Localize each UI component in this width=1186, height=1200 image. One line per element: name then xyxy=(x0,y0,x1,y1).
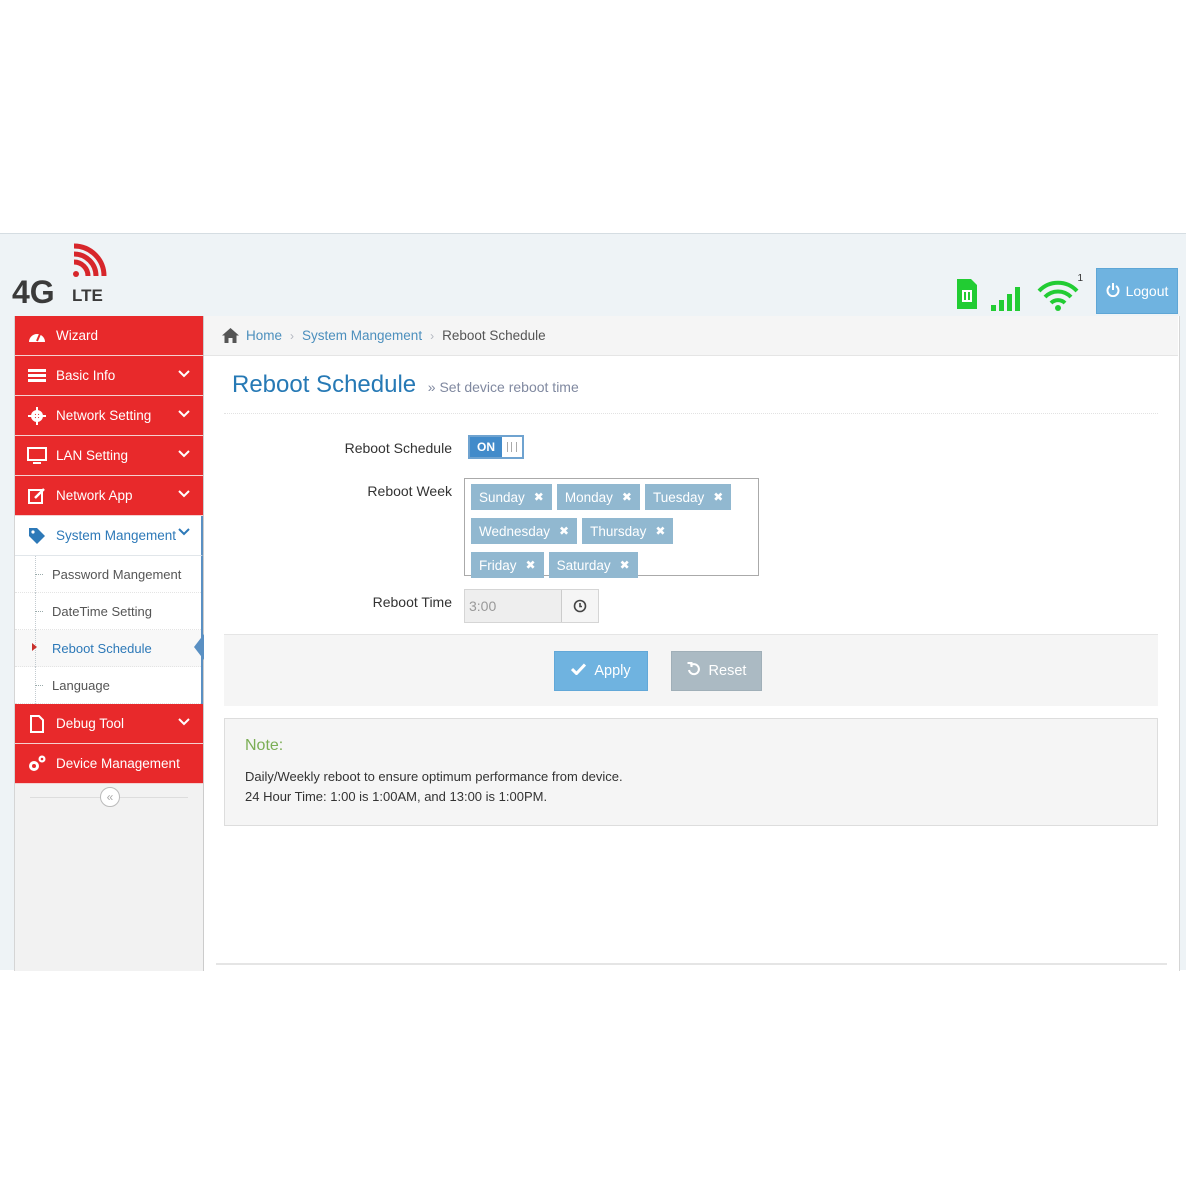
remove-tag-icon[interactable]: ✖ xyxy=(559,524,569,538)
undo-icon xyxy=(687,662,701,680)
footer-divider xyxy=(216,963,1167,965)
reboot-time-value: 3:00 xyxy=(469,598,497,614)
logout-label: Logout xyxy=(1125,283,1169,299)
status-icons: 1 xyxy=(955,273,1083,314)
nav-network-app[interactable]: Network App xyxy=(15,476,203,516)
breadcrumb-system-mangement[interactable]: System Mangement xyxy=(302,328,422,343)
day-tag-monday[interactable]: Monday ✖ xyxy=(556,484,640,510)
page-subtitle: » Set device reboot time xyxy=(427,379,579,395)
toggle-grip-icon xyxy=(507,442,517,452)
sim-card-icon xyxy=(955,277,979,314)
remove-tag-icon[interactable]: ✖ xyxy=(622,490,632,504)
gear-icon xyxy=(27,406,47,426)
remove-tag-icon[interactable]: ✖ xyxy=(534,490,544,504)
reboot-schedule-toggle[interactable]: ON xyxy=(468,435,524,459)
nav-network-setting[interactable]: Network Setting xyxy=(15,396,203,436)
note-box: Note: Daily/Weekly reboot to ensure opti… xyxy=(224,718,1158,826)
breadcrumb-current: Reboot Schedule xyxy=(442,328,546,343)
breadcrumb: Home › System Mangement › Reboot Schedul… xyxy=(204,316,1178,356)
form-actions: Apply Reset xyxy=(224,634,1158,706)
note-title: Note: xyxy=(245,737,284,754)
chevron-down-icon xyxy=(177,487,191,501)
4g-lte-logo: 4G LTE xyxy=(12,240,122,310)
nav-lan-setting[interactable]: LAN Setting xyxy=(15,436,203,476)
svg-text:4G: 4G xyxy=(12,274,55,310)
file-icon xyxy=(27,714,47,734)
reboot-time-label: Reboot Time xyxy=(372,594,452,610)
home-icon xyxy=(222,328,239,343)
day-tag-tuesday[interactable]: Tuesday ✖ xyxy=(644,484,732,510)
day-tag-sunday[interactable]: Sunday ✖ xyxy=(471,484,552,510)
power-icon xyxy=(1106,282,1120,300)
page-title: Reboot Schedule xyxy=(232,371,417,398)
page-header: Reboot Schedule » Set device reboot time xyxy=(224,371,1158,414)
reboot-time-input[interactable]: 3:00 xyxy=(464,589,599,623)
breadcrumb-home[interactable]: Home xyxy=(246,328,282,343)
reboot-week-select[interactable]: Sunday ✖ Monday ✖ Tuesday ✖ Wednesday ✖ Thur… xyxy=(464,478,759,578)
check-icon xyxy=(571,663,587,679)
wifi-count-badge: 1 xyxy=(1077,273,1083,284)
day-tag-thursday[interactable]: Thursday ✖ xyxy=(582,518,674,544)
remove-tag-icon[interactable]: ✖ xyxy=(620,558,630,572)
nav-device-management[interactable]: Device Management xyxy=(15,744,203,784)
top-bar: 4G LTE 1 Logout xyxy=(0,234,1186,316)
day-tag-wednesday[interactable]: Wednesday ✖ xyxy=(471,518,578,544)
sub-item-language[interactable]: Language xyxy=(15,667,201,704)
cogs-icon xyxy=(27,754,47,774)
collapse-sidebar-icon[interactable]: « xyxy=(100,787,120,807)
nav-basic-info[interactable]: Basic Info xyxy=(15,356,203,396)
note-line-2: 24 Hour Time: 1:00 is 1:00AM, and 13:00 … xyxy=(245,789,548,804)
day-tag-friday[interactable]: Friday ✖ xyxy=(471,552,544,578)
main-content: Home › System Mangement › Reboot Schedul… xyxy=(204,316,1180,971)
apply-button[interactable]: Apply xyxy=(554,651,648,691)
desktop-icon xyxy=(27,446,47,466)
remove-tag-icon[interactable]: ✖ xyxy=(526,558,536,572)
chevron-down-icon xyxy=(177,715,191,729)
chevron-down-icon xyxy=(177,525,191,539)
sub-item-datetime-setting[interactable]: DateTime Setting xyxy=(15,593,201,630)
sub-item-reboot-schedule[interactable]: Reboot Schedule xyxy=(15,630,204,667)
remove-tag-icon[interactable]: ✖ xyxy=(655,524,665,538)
nav-system-mangement[interactable]: System Mangement xyxy=(15,516,203,556)
day-tag-saturday[interactable]: Saturday ✖ xyxy=(548,552,638,578)
remove-tag-icon[interactable]: ✖ xyxy=(713,490,723,504)
selected-indicator xyxy=(194,634,204,660)
reboot-schedule-label: Reboot Schedule xyxy=(344,440,452,456)
dashboard-icon xyxy=(27,326,47,346)
edit-icon xyxy=(27,486,47,506)
nav-debug-tool[interactable]: Debug Tool xyxy=(15,704,203,744)
clock-icon[interactable] xyxy=(561,590,598,622)
system-submenu: Password Mangement DateTime Setting Rebo… xyxy=(15,556,204,704)
logout-button[interactable]: Logout xyxy=(1096,268,1178,314)
router-admin-app: 4G LTE 1 Logout Wizard Basic Info Networ… xyxy=(0,233,1186,971)
sidebar-collapse-row: « xyxy=(15,784,203,812)
reboot-week-label: Reboot Week xyxy=(367,483,452,499)
svg-text:LTE: LTE xyxy=(72,286,103,305)
caret-right-icon xyxy=(32,643,37,651)
chevron-down-icon xyxy=(177,407,191,421)
sub-item-password-mangement[interactable]: Password Mangement xyxy=(15,556,201,593)
chevron-down-icon xyxy=(177,447,191,461)
wifi-icon: 1 xyxy=(1037,273,1083,314)
nav-wizard[interactable]: Wizard xyxy=(15,316,203,356)
note-line-1: Daily/Weekly reboot to ensure optimum pe… xyxy=(245,769,623,784)
sidebar: Wizard Basic Info Network Setting LAN Se… xyxy=(14,316,204,971)
chevron-down-icon xyxy=(177,367,191,381)
signal-strength-icon xyxy=(991,283,1025,314)
list-icon xyxy=(27,366,47,386)
tag-icon xyxy=(27,526,47,546)
reset-button[interactable]: Reset xyxy=(671,651,762,691)
